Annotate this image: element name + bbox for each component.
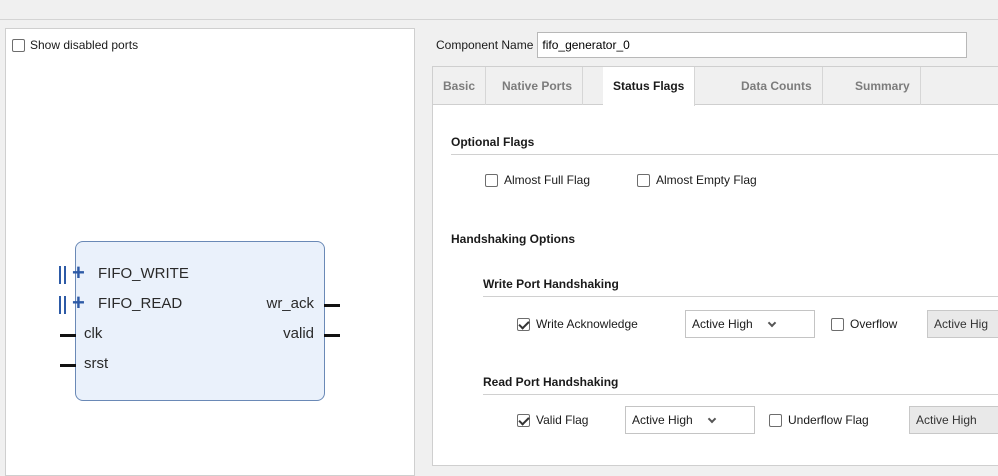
- almost-full-flag-checkbox[interactable]: [485, 173, 498, 187]
- bus-interface-icon: [59, 266, 67, 284]
- port-label-wr-ack: wr_ack: [266, 295, 314, 312]
- tab-container: Basic Native Ports Status Flags Data Cou…: [432, 66, 998, 466]
- port-label: clk: [84, 325, 103, 342]
- tab-basic[interactable]: Basic: [433, 67, 487, 105]
- ip-symbol-panel: Show disabled ports + FIFO_WRITE + FIFO_…: [5, 28, 415, 476]
- input-pin: [60, 364, 76, 367]
- expand-plus-icon[interactable]: +: [72, 290, 85, 316]
- select-value: Active High: [692, 317, 753, 331]
- port-srst[interactable]: srst: [60, 354, 324, 376]
- top-toolbar-strip: [0, 0, 998, 20]
- write-acknowledge-label: Write Acknowledge: [536, 317, 638, 331]
- show-disabled-ports-checkbox[interactable]: [12, 38, 25, 52]
- write-port-handshaking-heading: Write Port Handshaking: [483, 277, 619, 291]
- show-disabled-ports-option[interactable]: Show disabled ports: [12, 38, 138, 52]
- overflow-checkbox[interactable]: [831, 317, 844, 331]
- overflow-label: Overflow: [850, 317, 898, 331]
- configuration-panel: Component Name Basic Native Ports Status…: [430, 28, 998, 466]
- component-name-label: Component Name: [436, 38, 534, 52]
- almost-empty-flag-checkbox[interactable]: [637, 173, 650, 187]
- write-acknowledge-select[interactable]: Active High: [685, 310, 815, 338]
- component-name-input[interactable]: [537, 32, 968, 58]
- almost-empty-flag-option[interactable]: Almost Empty Flag: [637, 173, 757, 187]
- write-acknowledge-option[interactable]: Write Acknowledge: [517, 317, 638, 331]
- write-acknowledge-checkbox[interactable]: [517, 317, 530, 331]
- select-value: Active Hig: [934, 317, 989, 331]
- show-disabled-ports-label: Show disabled ports: [30, 38, 139, 52]
- chevron-down-icon: [767, 318, 776, 327]
- port-label: FIFO_WRITE: [98, 265, 189, 282]
- underflow-flag-checkbox[interactable]: [769, 413, 782, 427]
- port-label: srst: [84, 355, 109, 372]
- chevron-down-icon: [707, 414, 716, 423]
- section-divider: [451, 154, 998, 155]
- port-fifo-read[interactable]: + FIFO_READ wr_ack: [59, 290, 340, 316]
- tab-data-counts[interactable]: Data Counts: [731, 67, 823, 105]
- almost-full-flag-label: Almost Full Flag: [504, 173, 591, 187]
- output-pin: [324, 304, 340, 307]
- underflow-select: Active High: [909, 406, 998, 434]
- component-name-row: Component Name: [436, 32, 968, 58]
- port-label-valid: valid: [283, 325, 314, 342]
- read-port-handshaking-heading: Read Port Handshaking: [483, 375, 619, 389]
- input-pin: [60, 334, 76, 337]
- valid-flag-select[interactable]: Active High: [625, 406, 755, 434]
- almost-empty-flag-label: Almost Empty Flag: [656, 173, 757, 187]
- tab-bar: Basic Native Ports Status Flags Data Cou…: [433, 67, 998, 106]
- expand-plus-icon[interactable]: +: [72, 260, 85, 286]
- underflow-flag-option[interactable]: Underflow Flag: [769, 413, 869, 427]
- bus-interface-icon: [59, 296, 67, 314]
- handshaking-options-heading: Handshaking Options: [451, 232, 576, 246]
- almost-full-flag-option[interactable]: Almost Full Flag: [485, 173, 590, 187]
- section-divider: [483, 394, 998, 395]
- port-fifo-write[interactable]: + FIFO_WRITE: [59, 260, 324, 286]
- output-pin: [324, 334, 340, 337]
- select-value: Active High: [632, 413, 693, 427]
- fifo-ip-block[interactable]: + FIFO_WRITE + FIFO_READ wr_ack clk vali…: [59, 241, 340, 401]
- select-value: Active High: [916, 413, 977, 427]
- port-label: FIFO_READ: [98, 295, 183, 312]
- tab-summary[interactable]: Summary: [845, 67, 921, 105]
- overflow-option[interactable]: Overflow: [831, 317, 897, 331]
- underflow-flag-label: Underflow Flag: [788, 413, 869, 427]
- tab-status-flags[interactable]: Status Flags: [603, 67, 696, 106]
- optional-flags-heading: Optional Flags: [451, 135, 535, 149]
- tab-native-ports[interactable]: Native Ports: [492, 67, 584, 105]
- port-clk[interactable]: clk valid: [60, 324, 340, 346]
- overflow-select: Active Hig: [927, 310, 998, 338]
- valid-flag-option[interactable]: Valid Flag: [517, 413, 588, 427]
- section-divider: [483, 296, 998, 297]
- valid-flag-label: Valid Flag: [536, 413, 589, 427]
- valid-flag-checkbox[interactable]: [517, 413, 530, 427]
